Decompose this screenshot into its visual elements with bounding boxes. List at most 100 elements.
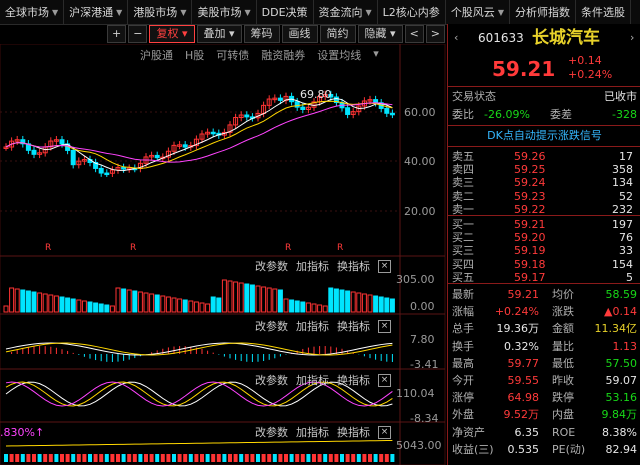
price-y-label: 20.00 [404,205,436,218]
stat-value: 58.59 [605,288,638,301]
indicator-tool-button[interactable]: 换指标 [337,424,370,440]
candle-body [373,99,379,104]
volume-bar [70,298,76,313]
menu-item[interactable]: 沪深港通 ▼ [64,0,129,24]
candle-body [121,166,127,170]
menu-item-label: 美股市场 [197,6,242,19]
menu-item[interactable]: 条件选股 [576,0,631,24]
indicator-bar [32,454,36,462]
volume-bar [3,305,9,313]
hide-button[interactable]: 隐藏 ▾ [357,25,403,43]
indicator-tool-button[interactable]: 换指标 [337,318,370,334]
volume-bar [177,298,183,313]
stat-label: 昨收 [552,374,574,387]
back-icon[interactable]: ‹ [454,27,458,49]
trade-status-value: 已收市 [604,90,637,103]
close-icon[interactable]: × [378,319,391,333]
volume-bar [171,297,177,313]
candle-body [244,114,250,118]
stat-label: 最新 [452,288,474,301]
forward-icon[interactable]: › [630,27,634,49]
indicator-bar [351,454,356,462]
indicator-y-label: -8.34 [410,412,439,425]
menu-item[interactable]: 全球市场 ▼ [0,0,65,24]
candle-body [300,106,306,110]
menu-item[interactable]: L2核心内参 [378,0,446,24]
stat-value: 59.21 [507,288,540,301]
volume-bar [277,289,283,313]
volume-bar [210,296,216,313]
close-icon[interactable]: × [378,259,391,273]
stat-label: 金额 [552,322,574,336]
stat-label: 涨停 [452,391,474,405]
volume-bar [384,297,390,313]
indicator-bar [172,454,176,462]
close-icon[interactable]: × [378,425,391,439]
menu-item[interactable]: 个股风云 ▼ [446,0,510,24]
chip-button[interactable]: 筹码 [243,25,280,43]
volume-bar [205,303,211,313]
indicator-toolbar: 改参数 加指标 换指标 × [255,318,391,334]
volume-bar [199,302,205,313]
indicator-line [5,342,393,356]
indicator-bar [110,454,115,462]
indicator-tool-button[interactable]: 加指标 [296,258,329,274]
prev-button[interactable]: < [404,25,424,43]
close-icon[interactable]: × [378,373,391,387]
menu-item[interactable]: 分析师指数 [510,0,576,24]
indicator-tool-button[interactable]: 改参数 [255,424,288,440]
indicator-bar [37,454,42,462]
menu-item[interactable]: DDE决策 [257,0,314,24]
indicator-tool-button[interactable]: 改参数 [255,258,288,274]
price-y-label: 60.00 [404,106,436,119]
indicator-bar [300,454,305,462]
stat-value: 53.16 [605,391,638,405]
stat-row: 涨幅 +0.24% 涨跌 ▲0.14 [448,303,640,320]
indicator-bar [379,454,384,462]
indicator-bar [138,454,143,462]
draw-line-button[interactable]: 画线 [281,25,318,43]
volume-bar [109,305,115,313]
indicator-tool-button[interactable]: 换指标 [337,258,370,274]
indicator-tool-button[interactable]: 改参数 [255,318,288,334]
indicator-bar [9,454,14,462]
zoom-in-button[interactable]: + [107,25,127,43]
volume-bar [249,284,255,313]
indicator-bar [384,454,389,462]
indicator-tool-button[interactable]: 改参数 [255,372,288,388]
stat-value: 82.94 [605,442,638,456]
menu-item-label: 分析师指数 [514,6,570,19]
indicator-tool-button[interactable]: 加指标 [296,318,329,334]
fuquan-label: 复权 [156,27,179,40]
kline-chart[interactable]: RRRR [0,44,446,465]
indicator-tool-button[interactable]: 加指标 [296,424,329,440]
volume-bar [65,297,71,313]
candle-body [294,101,300,108]
next-button[interactable]: > [425,25,445,43]
volume-bar [305,302,311,313]
volume-bar [367,294,373,313]
overlay-label: 叠加 [203,27,226,40]
menu-item[interactable]: 资金流向 ▼ [314,0,378,24]
indicator-bar [127,454,132,462]
stat-value: 59.77 [507,356,540,370]
volume-bar [283,298,289,313]
indicator-bar [233,454,238,462]
menu-item[interactable]: 美股市场 ▼ [192,0,257,24]
stock-code: 601633 [478,31,524,45]
indicator-tool-button[interactable]: 换指标 [337,372,370,388]
overlay-button[interactable]: 叠加 ▾ [196,25,242,43]
simple-button[interactable]: 简约 [319,25,356,43]
indicator-bar [15,454,20,462]
zoom-out-button[interactable]: − [128,25,148,43]
signal-marker: R [45,243,51,253]
indicator-y-label: 305.00 [396,273,435,286]
dk-signal-banner[interactable]: DK点自动提示涨跌信号 [448,127,640,144]
volume-bar [31,291,37,313]
stat-row: 总手 19.36万 金额 11.34亿 [448,320,640,337]
indicator-toolbar: 改参数 加指标 换指标 × [255,424,391,440]
menu-item[interactable]: 港股市场 ▼ [128,0,193,24]
indicator-bar [144,454,148,462]
fuquan-button[interactable]: 复权 ▾ [149,25,195,43]
indicator-tool-button[interactable]: 加指标 [296,372,329,388]
